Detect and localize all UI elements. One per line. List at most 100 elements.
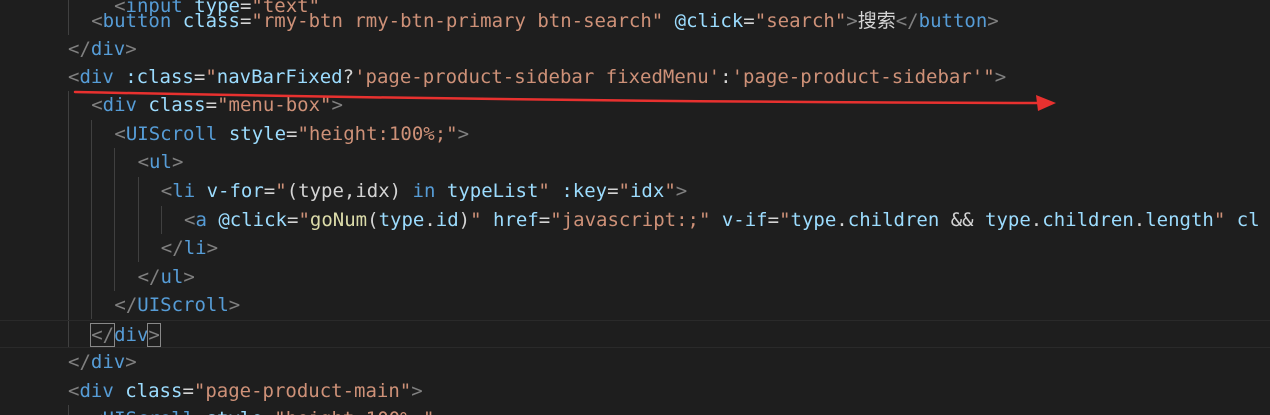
code-line[interactable]: <ul> xyxy=(0,148,1270,176)
code-line[interactable]: <div class="page-product-main"> xyxy=(0,377,1270,405)
code-token: " xyxy=(205,66,217,88)
code-token: div xyxy=(90,38,126,60)
code-token: > xyxy=(183,266,195,288)
code-line-content: <div :class="navBarFixed?'page-product-s… xyxy=(68,63,1006,91)
code-token: "height:100%;" xyxy=(297,123,458,145)
code-token: button xyxy=(102,10,172,32)
code-line[interactable]: </ul> xyxy=(0,263,1270,291)
code-token: "menu-box" xyxy=(217,94,332,116)
code-token: > xyxy=(171,151,184,173)
code-line[interactable]: </div> xyxy=(0,35,1270,63)
code-token: < xyxy=(68,380,80,402)
code-editor[interactable]: <input type="text" <button class="rmy-btn… xyxy=(0,0,1270,415)
code-token: "height:100%;" xyxy=(274,408,434,415)
code-token: < xyxy=(68,66,80,88)
code-token: ( xyxy=(367,209,379,231)
code-token: </ xyxy=(137,266,161,288)
code-token: = xyxy=(182,380,194,402)
code-token: " xyxy=(618,180,630,202)
code-token: children xyxy=(1042,209,1134,231)
code-line[interactable]: <UIScroll style="height:100%;"> xyxy=(0,120,1270,148)
code-token: @click xyxy=(218,209,287,231)
code-token: type xyxy=(985,209,1031,231)
code-token: > xyxy=(457,123,470,145)
code-token: > xyxy=(411,380,423,402)
code-line[interactable]: <UIScroll style="height:100%;" xyxy=(0,405,1270,415)
code-token: (type,idx) xyxy=(286,180,413,202)
code-token: > xyxy=(125,38,137,60)
code-token: ul xyxy=(160,266,184,288)
code-line[interactable]: </li> xyxy=(0,234,1270,262)
code-token: "search" xyxy=(754,10,847,32)
code-token: < xyxy=(91,94,103,116)
code-token: : xyxy=(720,66,732,88)
code-token: = xyxy=(538,209,551,231)
code-token: > xyxy=(675,180,688,202)
code-token: > xyxy=(206,237,219,259)
code-token: div xyxy=(114,324,149,346)
code-token: div xyxy=(90,351,126,373)
code-token: > xyxy=(125,351,137,373)
code-token: ul xyxy=(149,151,172,173)
code-token: > xyxy=(987,10,999,32)
code-token: = xyxy=(263,180,276,202)
code-token: </ xyxy=(114,294,138,316)
code-line-content: <li v-for="(type,idx) in typeList" :key=… xyxy=(161,177,687,205)
code-line[interactable]: <div :class="navBarFixed?'page-product-s… xyxy=(0,63,1270,91)
code-token: style xyxy=(206,408,263,415)
code-token: UIScroll xyxy=(125,123,218,145)
code-token: " xyxy=(298,209,310,231)
code-token: 搜索 xyxy=(857,10,896,32)
code-token: class xyxy=(182,10,240,32)
code-token: ? xyxy=(342,66,355,88)
code-token: " xyxy=(664,180,676,202)
code-line-content: </ul> xyxy=(138,263,195,291)
code-token: < xyxy=(184,209,196,231)
code-token: = xyxy=(743,10,755,32)
code-token: = xyxy=(607,180,619,202)
code-line[interactable]: </div> xyxy=(0,320,1270,348)
code-line[interactable]: <li v-for="(type,idx) in typeList" :key=… xyxy=(0,177,1270,205)
code-token: < xyxy=(114,123,126,145)
code-token: a xyxy=(195,209,207,231)
code-token: :key xyxy=(561,180,608,202)
code-token: "page-product-main" xyxy=(193,380,412,402)
code-token: li xyxy=(183,237,207,259)
code-token: v-if xyxy=(721,209,768,231)
code-token: style xyxy=(228,123,287,145)
code-token: @click xyxy=(674,10,744,32)
code-line-content: <button class="rmy-btn rmy-btn-primary b… xyxy=(91,7,999,35)
code-token: " xyxy=(779,209,791,231)
code-line[interactable]: </div> xyxy=(0,348,1270,376)
code-token: type xyxy=(790,209,837,231)
code-token: > xyxy=(846,10,858,32)
code-token: < xyxy=(137,151,150,173)
code-token: </ xyxy=(90,323,116,347)
code-line[interactable]: </UIScroll> xyxy=(0,291,1270,319)
code-token: v-for xyxy=(206,180,264,202)
code-token: navBarFixed xyxy=(216,66,343,88)
code-token: div xyxy=(79,380,114,402)
code-token: " xyxy=(470,209,482,231)
code-token: ) xyxy=(458,209,471,231)
code-line-content: <ul> xyxy=(138,148,184,176)
code-token: :class xyxy=(125,66,194,88)
code-token: . xyxy=(424,209,436,231)
code-token: href xyxy=(493,209,539,231)
code-line[interactable]: <div class="menu-box"> xyxy=(0,91,1270,119)
code-line[interactable]: <button class="rmy-btn rmy-btn-primary b… xyxy=(0,7,1270,35)
code-token: div xyxy=(102,94,137,116)
code-line[interactable]: <a @click="goNum(type.id)" href="javascr… xyxy=(0,206,1270,234)
code-token: in xyxy=(412,180,436,202)
code-token: </ xyxy=(68,38,91,60)
code-line-content: <UIScroll style="height:100%;"> xyxy=(114,120,469,148)
code-token: " xyxy=(275,180,287,202)
code-token: div xyxy=(79,66,114,88)
